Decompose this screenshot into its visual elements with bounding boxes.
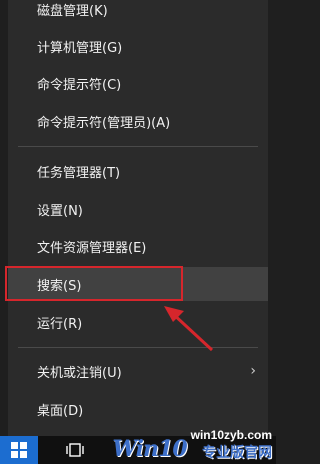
windows-logo-icon [11, 442, 27, 458]
task-view-icon [66, 443, 84, 457]
watermark-text: 专业版官网 [202, 444, 272, 460]
start-button[interactable] [0, 436, 38, 464]
watermark: Win10 win10zyb.com 专业版官网 [112, 428, 272, 462]
task-view-button[interactable] [64, 439, 86, 461]
watermark-site: win10zyb.com [190, 428, 272, 442]
watermark-text-group: win10zyb.com 专业版官网 [191, 428, 272, 462]
annotation-arrow-icon [164, 306, 214, 352]
watermark-logo: Win10 [112, 436, 187, 462]
